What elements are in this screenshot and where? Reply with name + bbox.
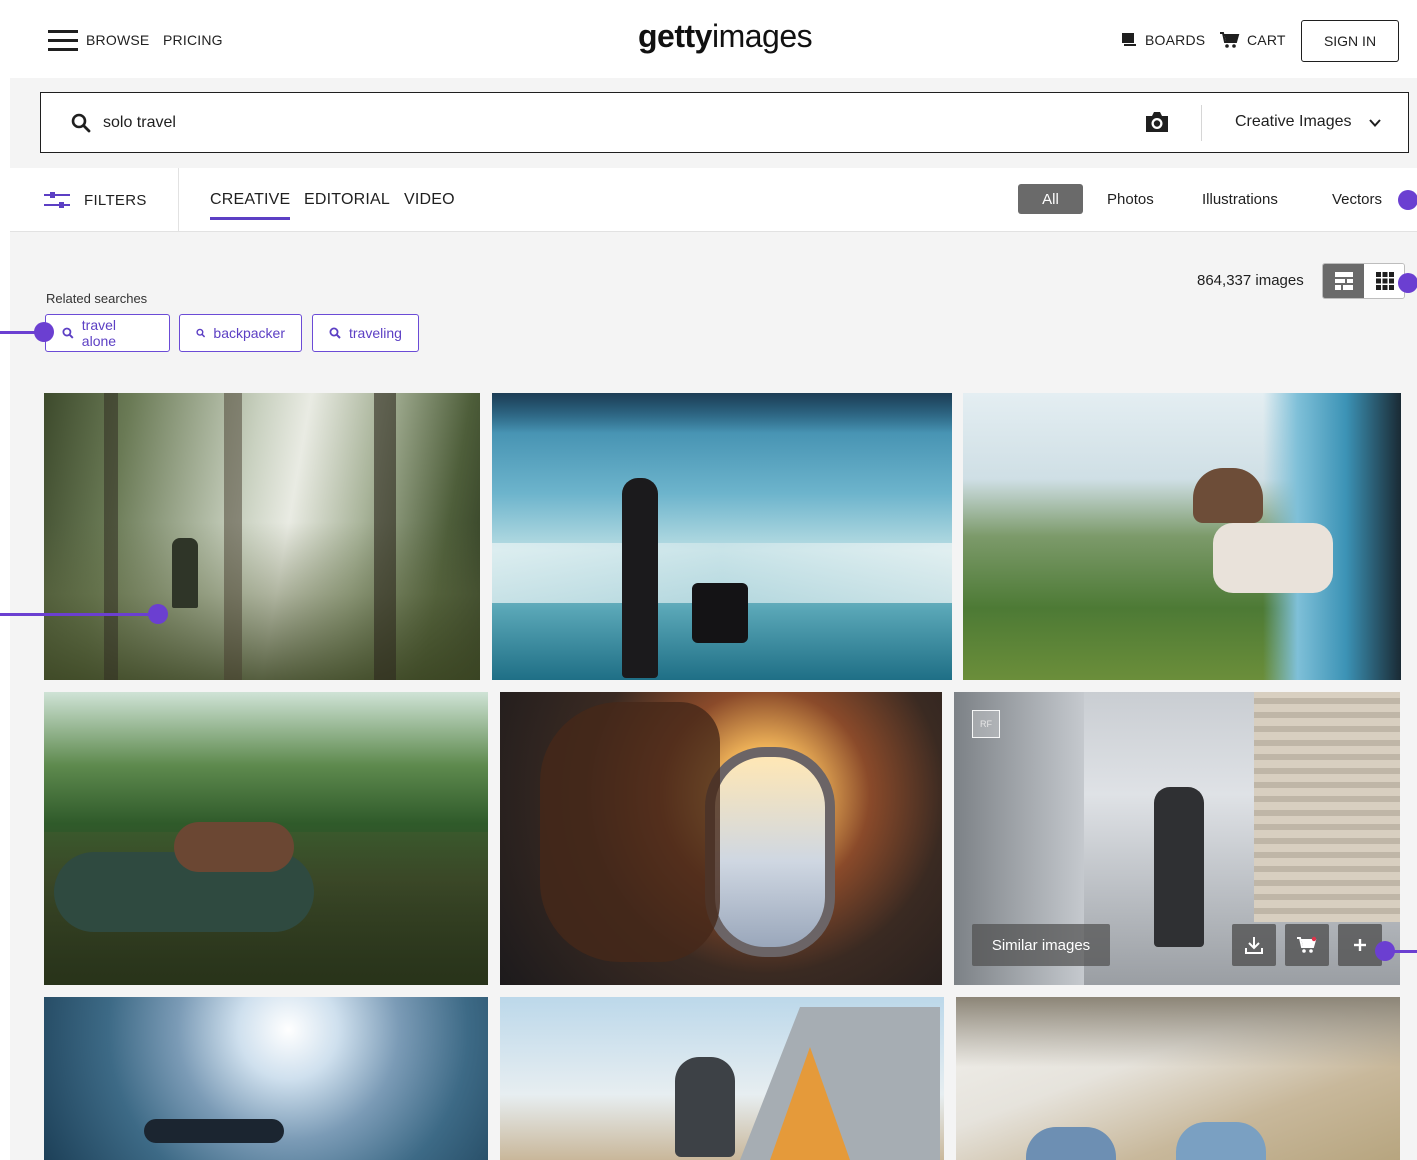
annotation-line [0, 613, 155, 616]
hiker-in-misty-forest-image[interactable] [44, 393, 480, 680]
masonry-view-button[interactable] [1323, 264, 1364, 298]
result-count: 864,337 images [1197, 272, 1304, 289]
man-looking-out-airplane-window-image[interactable] [500, 692, 942, 985]
royalty-free-badge: RF [972, 710, 1000, 738]
cart-icon [1297, 936, 1317, 953]
woman-floating-on-tube-in-river-image[interactable] [44, 692, 488, 985]
masonry-view-icon [1334, 272, 1353, 290]
add-to-cart-button[interactable] [1285, 924, 1329, 966]
related-searches-label: Related searches [46, 291, 148, 306]
feet-on-beach-waves-image[interactable] [956, 997, 1400, 1160]
search-icon [196, 328, 206, 338]
related-chip-label: traveling [349, 325, 402, 341]
search-input[interactable] [103, 107, 1103, 139]
woman-leaning-out-train-window-image[interactable] [963, 393, 1401, 680]
view-toggle [1322, 263, 1405, 299]
boards-link[interactable]: BOARDS [1145, 32, 1205, 48]
search-bar: Creative Images [40, 92, 1409, 153]
media-type-vectors[interactable]: Vectors [1332, 191, 1382, 208]
search-divider [1201, 105, 1202, 141]
related-chip-label: travel alone [81, 317, 117, 349]
boards-icon [1122, 33, 1136, 46]
man-with-phone-by-tent-image[interactable] [500, 997, 944, 1160]
grid-view-icon [1375, 272, 1394, 290]
media-type-illustrations[interactable]: Illustrations [1202, 191, 1278, 208]
filters-button[interactable]: FILTERS [44, 188, 147, 212]
plus-icon [1354, 939, 1366, 951]
logo-light-text: images [711, 18, 813, 54]
camera-icon[interactable] [1144, 110, 1170, 134]
browse-link[interactable]: BROWSE [86, 32, 149, 48]
annotation-dot [148, 604, 168, 624]
chevron-down-icon[interactable] [1368, 116, 1382, 130]
menu-icon[interactable] [48, 30, 78, 52]
cart-link[interactable]: CART [1247, 32, 1286, 48]
getty-images-logo[interactable]: gettyimages [638, 18, 813, 55]
download-button[interactable] [1232, 924, 1276, 966]
annotation-dot [1375, 941, 1395, 961]
search-icon [71, 113, 91, 133]
annotation-dot [1398, 273, 1417, 293]
businessman-walking-with-bag-image[interactable]: RF Similar images [954, 692, 1400, 985]
cart-icon [1220, 32, 1240, 48]
annotation-dot [34, 322, 54, 342]
snorkeler-underwater-image[interactable] [44, 997, 488, 1160]
tab-video[interactable]: VIDEO [404, 191, 455, 209]
tab-editorial[interactable]: EDITORIAL [304, 191, 390, 209]
tab-creative[interactable]: CREATIVE [210, 191, 291, 220]
top-header: BROWSE PRICING gettyimages BOARDS CART S… [10, 0, 1417, 78]
search-icon [329, 327, 341, 339]
related-chip-travel-alone[interactable]: travel alone [45, 314, 170, 352]
pricing-link[interactable]: PRICING [163, 32, 223, 48]
media-type-photos[interactable]: Photos [1107, 191, 1154, 208]
similar-images-button[interactable]: Similar images [972, 924, 1110, 966]
filter-bar: FILTERS CREATIVE EDITORIAL VIDEO All Pho… [10, 168, 1417, 232]
image-type-select[interactable]: Creative Images [1235, 113, 1352, 131]
annotation-dot [1398, 190, 1417, 210]
logo-bold-text: getty [638, 18, 712, 54]
related-chip-traveling[interactable]: traveling [312, 314, 419, 352]
filters-label: FILTERS [84, 191, 147, 209]
woman-with-suitcase-at-airport-image[interactable] [492, 393, 952, 680]
related-chip-backpacker[interactable]: backpacker [179, 314, 302, 352]
download-icon [1245, 937, 1263, 954]
media-type-all[interactable]: All [1018, 184, 1083, 214]
sign-in-button[interactable]: SIGN IN [1301, 20, 1399, 62]
related-chip-label: backpacker [213, 325, 285, 341]
page: BROWSE PRICING gettyimages BOARDS CART S… [10, 0, 1417, 1160]
search-icon [62, 327, 74, 339]
sliders-icon [44, 192, 70, 208]
filter-divider [178, 168, 179, 232]
